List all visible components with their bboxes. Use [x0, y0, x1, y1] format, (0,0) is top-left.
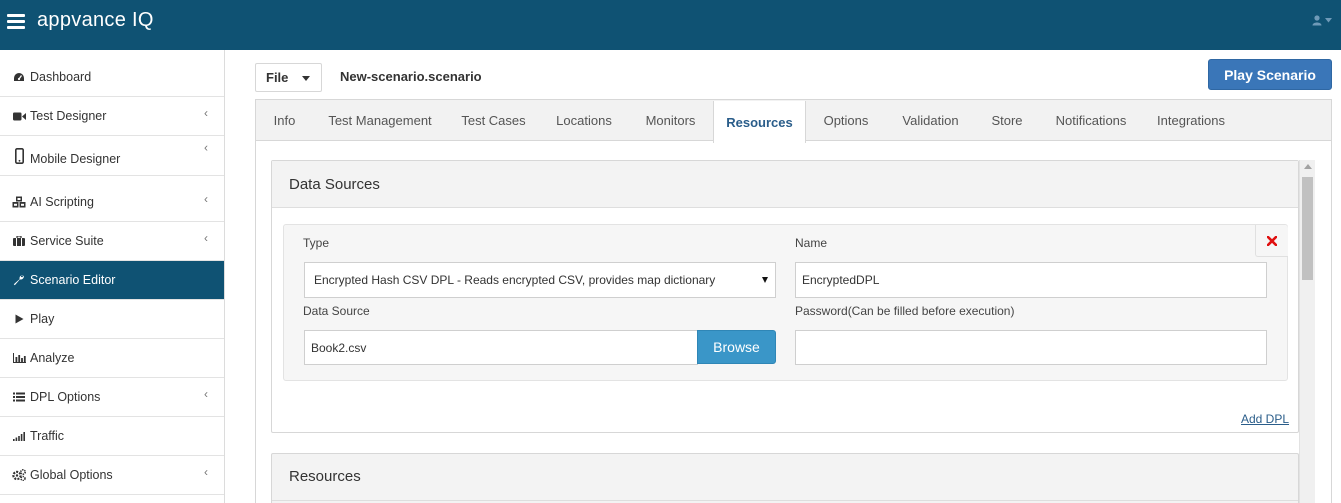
play-scenario-button[interactable]: Play Scenario — [1208, 59, 1332, 90]
sidebar-item-partial — [0, 495, 224, 503]
cubes-icon — [12, 196, 26, 208]
briefcase-icon — [12, 236, 26, 246]
scenario-name: New-scenario.scenario — [340, 69, 482, 84]
data-sources-title: Data Sources — [272, 161, 1298, 208]
sidebar-item-play[interactable]: Play — [0, 300, 224, 339]
remove-dpl-button[interactable] — [1255, 225, 1288, 257]
data-source-label: Data Source — [303, 304, 370, 318]
tab-locations[interactable]: Locations — [540, 100, 628, 141]
name-label: Name — [795, 236, 828, 250]
tab-integrations[interactable]: Integrations — [1143, 100, 1239, 141]
chevron-left-icon: ‹ — [204, 465, 208, 480]
sidebar-item-label: Dashboard — [30, 70, 92, 84]
tab-test-cases[interactable]: Test Cases — [447, 100, 540, 141]
sidebar-item-label: Test Designer — [30, 109, 107, 123]
mobile-phone-icon — [12, 147, 26, 164]
sidebar-item-mobile-designer[interactable]: Mobile Designer ‹ — [0, 136, 224, 176]
scrollbar-thumb[interactable] — [1302, 177, 1313, 280]
tab-bar: Info Test Management Test Cases Location… — [256, 100, 1331, 143]
resources-panel: Resources — [271, 453, 1299, 503]
sidebar-item-ai-scripting[interactable]: AI Scripting ‹ — [0, 183, 224, 222]
caret-down-icon — [1325, 18, 1332, 23]
hamburger-menu-icon[interactable] — [7, 14, 25, 30]
tab-store[interactable]: Store — [975, 100, 1039, 141]
app-logo: appvance IQ — [37, 9, 154, 31]
resources-divider — [272, 500, 1298, 501]
sidebar-item-label: Analyze — [30, 351, 75, 365]
file-menu-label: File — [266, 70, 289, 85]
sidebar-item-label: Service Suite — [30, 234, 104, 248]
type-select[interactable]: Encrypted Hash CSV DPL - Reads encrypted… — [304, 262, 776, 298]
video-camera-icon — [12, 112, 26, 121]
password-label: Password(Can be filled before execution) — [795, 304, 1015, 318]
sidebar-item-global-options[interactable]: Global Options ‹ — [0, 456, 224, 495]
sidebar-item-service-suite[interactable]: Service Suite ‹ — [0, 222, 224, 261]
sidebar-item-label: Mobile Designer — [30, 151, 121, 166]
bar-chart-icon — [12, 353, 26, 363]
play-icon — [12, 314, 26, 324]
add-dpl-link[interactable]: Add DPL — [1241, 412, 1289, 426]
sidebar-item-traffic[interactable]: Traffic — [0, 417, 224, 456]
tab-test-management[interactable]: Test Management — [313, 100, 447, 141]
sidebar-item-label: Scenario Editor — [30, 273, 116, 287]
tab-validation[interactable]: Validation — [886, 100, 975, 141]
resources-title: Resources — [289, 468, 361, 485]
top-navbar: appvance IQ — [0, 0, 1341, 50]
password-input[interactable] — [795, 330, 1267, 365]
sidebar-item-label: DPL Options — [30, 390, 101, 404]
sidebar-item-label: Global Options — [30, 468, 113, 482]
sidebar-item-test-designer[interactable]: Test Designer ‹ — [0, 97, 224, 136]
browse-button[interactable]: Browse — [697, 330, 776, 364]
user-icon — [1312, 15, 1322, 26]
chevron-left-icon: ‹ — [204, 140, 208, 155]
tab-options[interactable]: Options — [806, 100, 886, 141]
sidebar-item-dpl-options[interactable]: DPL Options ‹ — [0, 378, 224, 417]
sidebar: Dashboard Test Designer ‹ Mobile Designe… — [0, 50, 225, 503]
sidebar-item-label: Play — [30, 312, 55, 326]
type-label: Type — [303, 236, 330, 250]
chevron-left-icon: ‹ — [204, 387, 208, 402]
list-icon — [12, 392, 26, 402]
sidebar-item-label: AI Scripting — [30, 195, 94, 209]
caret-down-icon — [762, 277, 768, 283]
chevron-left-icon: ‹ — [204, 106, 208, 121]
tab-resources[interactable]: Resources — [713, 101, 806, 143]
data-source-input[interactable]: Book2.csv — [304, 330, 698, 365]
tab-monitors[interactable]: Monitors — [628, 100, 713, 141]
file-menu-button[interactable]: File — [255, 63, 322, 92]
chevron-left-icon: ‹ — [204, 192, 208, 207]
tab-info[interactable]: Info — [256, 100, 313, 141]
sidebar-item-analyze[interactable]: Analyze — [0, 339, 224, 378]
wrench-icon — [12, 274, 26, 286]
close-icon — [1267, 235, 1277, 246]
name-input-value: EncryptedDPL — [802, 273, 880, 287]
sidebar-item-scenario-editor[interactable]: Scenario Editor — [0, 261, 224, 300]
data-sources-panel: Data Sources Type Name Encrypted Hash CS… — [271, 160, 1299, 433]
caret-down-icon — [302, 76, 310, 81]
user-menu[interactable] — [1312, 15, 1332, 26]
tab-notifications[interactable]: Notifications — [1039, 100, 1143, 141]
content-scrollbar[interactable] — [1299, 160, 1315, 503]
type-select-value: Encrypted Hash CSV DPL - Reads encrypted… — [314, 273, 716, 287]
scroll-up-arrow-icon[interactable] — [1304, 164, 1312, 169]
chevron-left-icon: ‹ — [204, 231, 208, 246]
dashboard-icon — [12, 72, 26, 83]
signal-icon — [12, 431, 26, 441]
sidebar-item-label: Traffic — [30, 429, 65, 443]
sidebar-item-dashboard[interactable]: Dashboard — [0, 58, 224, 97]
cogs-icon — [12, 469, 26, 481]
name-input[interactable]: EncryptedDPL — [795, 262, 1267, 298]
data-source-input-value: Book2.csv — [311, 340, 367, 355]
